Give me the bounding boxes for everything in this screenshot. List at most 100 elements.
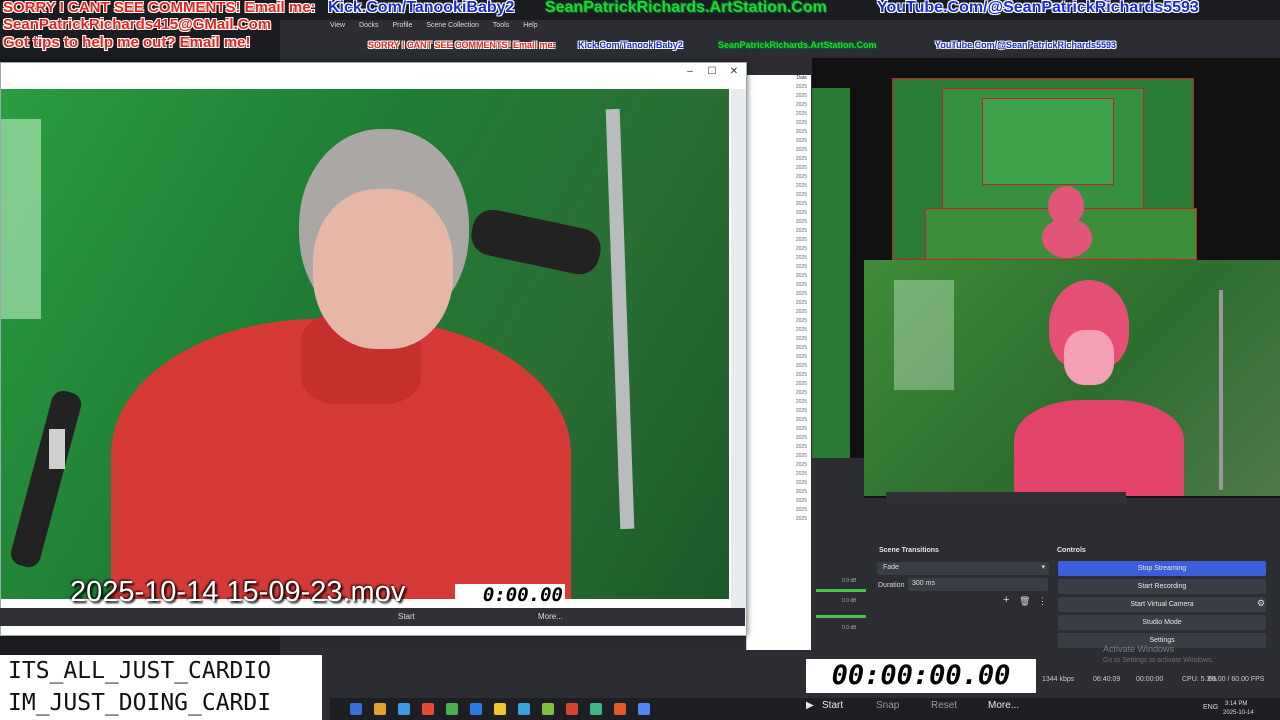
menu-help[interactable]: Help	[523, 22, 537, 36]
taskbar-app-icon[interactable]	[566, 703, 578, 715]
file-row[interactable]: 2025	[747, 138, 811, 147]
file-row[interactable]: 2025	[747, 417, 811, 426]
close-icon[interactable]: ✕	[724, 66, 744, 77]
file-row[interactable]: 2025	[747, 471, 811, 480]
file-row[interactable]: 2025	[747, 489, 811, 498]
banner-kick-link[interactable]: Kick.Com/TanookiBaby2	[328, 0, 514, 16]
file-row[interactable]: 2025	[747, 291, 811, 300]
menu-view[interactable]: View	[330, 22, 345, 36]
duration-input[interactable]: 300 ms	[908, 578, 1048, 591]
player-start-button[interactable]: Start	[398, 612, 415, 621]
studio-mode-button[interactable]: Studio Mode	[1058, 615, 1266, 630]
file-row[interactable]: 2025	[747, 192, 811, 201]
taskbar-app-icon[interactable]	[542, 703, 554, 715]
file-row[interactable]: 2025	[747, 174, 811, 183]
file-row[interactable]: 2025	[747, 165, 811, 174]
file-row[interactable]: 2025	[747, 408, 811, 417]
file-row[interactable]: 2025	[747, 327, 811, 336]
file-row[interactable]: 2025	[747, 228, 811, 237]
recursive-camera-view	[864, 260, 1280, 496]
file-row[interactable]: 2025	[747, 462, 811, 471]
play-icon[interactable]: ▶	[806, 700, 814, 711]
file-row[interactable]: 2025	[747, 354, 811, 363]
activate-windows-subtitle: Go to Settings to activate Windows.	[1103, 657, 1214, 664]
file-row[interactable]: 2025	[747, 480, 811, 489]
file-row[interactable]: 2025	[747, 363, 811, 372]
taskbar-app-icon[interactable]	[590, 703, 602, 715]
taskbar-app-icon[interactable]	[446, 703, 458, 715]
transition-select[interactable]: Fade ▾	[877, 562, 1049, 575]
file-row[interactable]: 2025	[747, 300, 811, 309]
video-frame[interactable]	[1, 89, 729, 599]
minimize-icon[interactable]: –	[680, 66, 700, 77]
file-row[interactable]: 2025	[747, 183, 811, 192]
file-row[interactable]: 2025	[747, 264, 811, 273]
file-row[interactable]: 2025	[747, 111, 811, 120]
taskbar-app-icon[interactable]	[470, 703, 482, 715]
gear-icon[interactable]: ⚙	[1257, 598, 1265, 609]
menu-tools[interactable]: Tools	[493, 22, 509, 36]
file-row[interactable]: 2025	[747, 444, 811, 453]
menu-scene-collection[interactable]: Scene Collection	[426, 22, 479, 36]
stopwatch-start-button[interactable]: Start	[822, 700, 843, 711]
file-row[interactable]: 2025	[747, 498, 811, 507]
taskbar-app-icon[interactable]	[494, 703, 506, 715]
file-row[interactable]: 2025	[747, 318, 811, 327]
file-row[interactable]: 2025	[747, 345, 811, 354]
taskbar-app-icon[interactable]	[398, 703, 410, 715]
file-row[interactable]: 2025	[747, 201, 811, 210]
file-row[interactable]: 2025	[747, 336, 811, 345]
banner-artstation-link[interactable]: SeanPatrickRichards.ArtStation.Com	[545, 0, 827, 16]
text-line-1: ITS_ALL_JUST_CARDIO	[8, 658, 272, 684]
stop-streaming-button[interactable]: Stop Streaming	[1058, 561, 1266, 576]
file-row[interactable]: 2025	[747, 273, 811, 282]
file-row[interactable]: 2025	[747, 102, 811, 111]
file-row[interactable]: 2025	[747, 84, 811, 93]
file-row[interactable]: 2025	[747, 435, 811, 444]
file-row[interactable]: 2025	[747, 219, 811, 228]
file-row[interactable]: 2025	[747, 516, 811, 525]
taskbar-app-icon[interactable]	[614, 703, 626, 715]
trash-icon[interactable]: 🗑	[1019, 596, 1030, 607]
file-row[interactable]: 2025	[747, 147, 811, 156]
start-virtual-camera-button[interactable]: Start Virtual Camera	[1058, 597, 1266, 612]
scrollbar[interactable]	[731, 89, 746, 619]
menu-profile[interactable]: Profile	[393, 22, 413, 36]
file-row[interactable]: 2025	[747, 507, 811, 516]
file-row[interactable]: 2025	[747, 246, 811, 255]
file-row[interactable]: 2025	[747, 156, 811, 165]
taskbar-app-icon[interactable]	[518, 703, 530, 715]
controls-title: Controls	[1057, 547, 1086, 554]
file-row[interactable]: 2025	[747, 93, 811, 102]
stopwatch-more-button[interactable]: More...	[988, 700, 1019, 711]
banner-youtube-link[interactable]: YouTube.Com/@SeanPatrickRichards5593	[877, 0, 1199, 16]
file-row[interactable]: 2025	[747, 255, 811, 264]
player-more-button[interactable]: More...	[538, 612, 563, 621]
taskbar-app-icon[interactable]	[638, 703, 650, 715]
language-indicator[interactable]: ENG	[1203, 704, 1218, 711]
file-row[interactable]: 2025	[747, 426, 811, 435]
stopwatch-snap-button[interactable]: Snap	[876, 700, 899, 711]
start-recording-button[interactable]: Start Recording	[1058, 579, 1266, 594]
file-row[interactable]: 2025	[747, 120, 811, 129]
maximize-icon[interactable]: ☐	[702, 66, 722, 77]
file-row[interactable]: 2025	[747, 129, 811, 138]
tray-time[interactable]: 3:14 PM	[1225, 701, 1247, 707]
file-row[interactable]: 2025	[747, 372, 811, 381]
file-row[interactable]: 2025	[747, 309, 811, 318]
file-row[interactable]: 2025	[747, 210, 811, 219]
taskbar-app-icon[interactable]	[422, 703, 434, 715]
file-row[interactable]: 2025	[747, 381, 811, 390]
file-row[interactable]: 2025	[747, 237, 811, 246]
more-options-icon[interactable]: ⋮	[1038, 596, 1047, 607]
menu-docks[interactable]: Docks	[359, 22, 378, 36]
tray-date[interactable]: 2025-10-14	[1223, 710, 1254, 716]
taskbar-app-icon[interactable]	[350, 703, 362, 715]
taskbar-app-icon[interactable]	[374, 703, 386, 715]
file-row[interactable]: 2025	[747, 282, 811, 291]
stopwatch-reset-button[interactable]: Reset	[931, 700, 957, 711]
add-transition-icon[interactable]: +	[1003, 594, 1009, 606]
file-row[interactable]: 2025	[747, 399, 811, 408]
file-row[interactable]: 2025	[747, 390, 811, 399]
file-row[interactable]: 2025	[747, 453, 811, 462]
